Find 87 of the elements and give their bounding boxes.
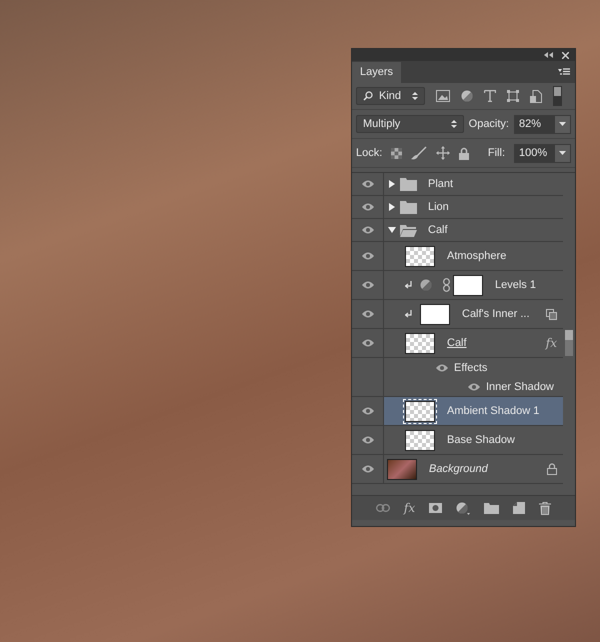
shape-filter-icon[interactable] — [507, 90, 519, 102]
new-layer-icon[interactable] — [513, 502, 526, 514]
effects-badge[interactable]: fx — [546, 336, 557, 350]
folder-icon — [400, 200, 417, 214]
eye-icon[interactable] — [362, 407, 374, 415]
smart-object-filter-icon[interactable] — [530, 90, 542, 102]
opacity-field[interactable]: 82% — [514, 114, 554, 134]
folder-icon — [400, 178, 417, 190]
layer-thumbnail[interactable] — [405, 400, 435, 422]
add-style-button[interactable]: fx — [404, 501, 416, 515]
layer-name[interactable]: Calf — [428, 224, 448, 236]
opacity-label: Opacity: — [468, 118, 509, 130]
layer-name[interactable]: Calf's Inner ... — [462, 308, 530, 320]
layer-row[interactable]: Calf fx — [352, 329, 563, 358]
layer-row[interactable]: Levels 1 — [352, 271, 563, 300]
fill-dropdown-button[interactable] — [554, 144, 571, 162]
search-icon — [363, 91, 373, 101]
up-down-arrows-icon — [412, 91, 418, 101]
expand-arrow-icon[interactable] — [388, 180, 396, 188]
collapse-icon[interactable] — [544, 52, 553, 58]
layer-row[interactable]: Calf — [352, 219, 563, 242]
effects-label[interactable]: Effects — [454, 362, 488, 374]
lock-label: Lock: — [356, 147, 382, 159]
caret-icon — [559, 151, 566, 155]
layer-row[interactable]: Base Shadow — [352, 426, 563, 455]
chain-link-icon[interactable] — [443, 278, 450, 292]
scrollbar[interactable] — [565, 330, 573, 356]
eye-icon[interactable] — [362, 339, 374, 347]
panel-menu-icon[interactable] — [558, 68, 570, 76]
levels-adjustment-icon — [420, 279, 432, 291]
layer-name[interactable]: Plant — [428, 178, 454, 190]
opacity-dropdown-button[interactable] — [554, 114, 571, 134]
expand-arrow-icon[interactable] — [388, 203, 396, 211]
eye-icon[interactable] — [362, 465, 374, 473]
image-filter-icon[interactable] — [436, 90, 450, 102]
layer-thumbnail[interactable] — [405, 332, 435, 354]
filter-dropdown[interactable]: Kind — [356, 87, 425, 105]
expand-arrow-icon[interactable] — [388, 226, 396, 234]
layer-row[interactable]: Plant — [352, 173, 563, 196]
mask-icon[interactable] — [429, 503, 442, 513]
adjustment-layer-icon[interactable] — [456, 502, 470, 514]
effect-name[interactable]: Inner Shadow — [486, 380, 554, 392]
layer-thumbnail[interactable] — [405, 246, 435, 266]
lock-transparency-icon[interactable] — [391, 148, 402, 158]
layer-mask-thumbnail[interactable] — [453, 274, 483, 296]
close-icon[interactable] — [562, 52, 569, 58]
fill-label: Fill: — [488, 147, 505, 159]
smart-object-icon — [546, 308, 557, 320]
adjustment-filter-icon[interactable] — [461, 90, 473, 102]
eye-icon[interactable] — [362, 203, 374, 211]
layer-row[interactable]: Background — [352, 455, 563, 484]
photo-placeholder[interactable] — [387, 458, 417, 480]
link-icon[interactable] — [376, 504, 390, 512]
layer-name[interactable]: Ambient Shadow 1 — [447, 405, 540, 417]
layer-thumbnail[interactable] — [405, 430, 435, 450]
layer-row[interactable]: Atmosphere — [352, 242, 563, 271]
lock-icon[interactable] — [459, 146, 470, 160]
layer-row[interactable]: Lion — [352, 196, 563, 219]
layer-name[interactable]: Atmosphere — [447, 250, 506, 262]
eye-icon[interactable] — [468, 382, 480, 390]
fill-field[interactable]: 100% — [514, 144, 554, 162]
up-down-arrows-icon — [450, 119, 457, 129]
layer-row[interactable]: Ambient Shadow 1 — [352, 397, 563, 426]
move-icon[interactable] — [436, 146, 450, 160]
eye-icon[interactable] — [362, 281, 374, 289]
layer-name[interactable]: Levels 1 — [495, 279, 536, 291]
caret-icon — [559, 122, 566, 126]
layer-name[interactable]: Lion — [428, 201, 449, 213]
layer-name[interactable]: Background — [429, 463, 488, 475]
layer-name[interactable]: Base Shadow — [447, 434, 515, 446]
layer-row[interactable]: Calf's Inner ... — [352, 300, 563, 329]
brush-icon[interactable] — [411, 146, 428, 160]
trash-icon[interactable] — [539, 502, 552, 514]
eye-icon[interactable] — [362, 310, 374, 318]
layers-tab[interactable]: Layers — [352, 62, 402, 83]
filter-toggle-icon[interactable] — [553, 86, 562, 106]
layer-name[interactable]: Calf — [447, 337, 467, 349]
layer-thumbnail[interactable] — [420, 304, 450, 324]
eye-icon[interactable] — [362, 252, 374, 260]
blend-mode-dropdown[interactable]: Multiply — [356, 115, 464, 133]
eye-icon[interactable] — [362, 436, 374, 444]
eye-icon[interactable] — [362, 226, 374, 234]
folder-icon — [400, 224, 417, 236]
folder-icon[interactable] — [484, 502, 500, 514]
eye-icon[interactable] — [362, 180, 374, 188]
eye-icon[interactable] — [436, 364, 448, 372]
type-filter-icon[interactable] — [484, 90, 496, 102]
